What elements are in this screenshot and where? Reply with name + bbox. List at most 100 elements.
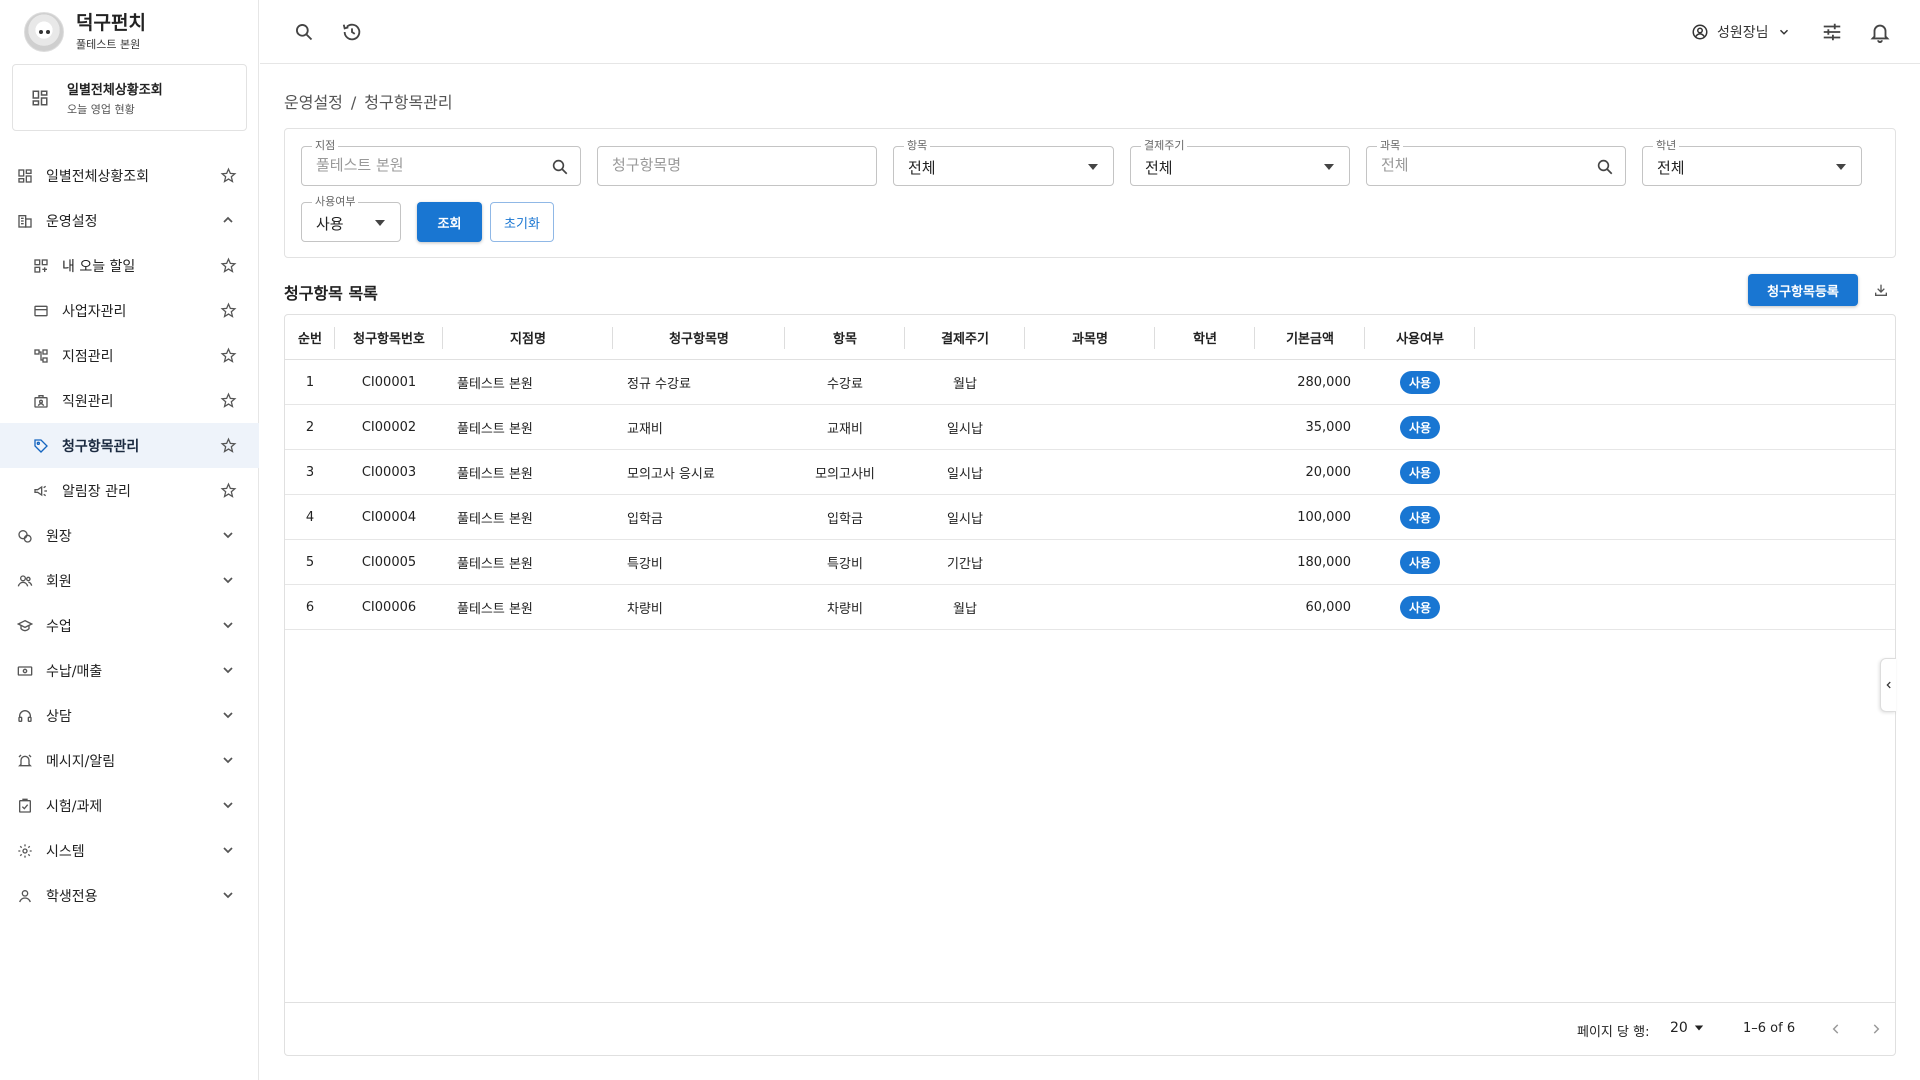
account-circle-icon xyxy=(1691,23,1709,41)
sidebar-item[interactable]: 내 오늘 할일 xyxy=(0,243,259,288)
sidebar-item[interactable]: 운영설정 xyxy=(0,198,259,243)
column-header-item-code[interactable]: 청구항목번호 xyxy=(335,315,443,360)
brand[interactable]: 덕구펀치 풀테스트 본원 xyxy=(24,10,146,54)
column-header-grade[interactable]: 학년 xyxy=(1155,315,1255,360)
cell-value: 풀테스트 본원 xyxy=(457,556,533,572)
sidebar-item[interactable]: 직원관리 xyxy=(0,378,259,423)
table-cell-no: 2 xyxy=(285,405,335,449)
sidebar-item[interactable]: 시험/과제 xyxy=(0,783,259,828)
history-icon[interactable] xyxy=(340,20,364,44)
column-header-item-name[interactable]: 청구항목명 xyxy=(613,315,785,360)
sidebar-item[interactable]: 메시지/알림 xyxy=(0,738,259,783)
dropdown-arrow-icon xyxy=(1694,1023,1704,1033)
column-divider[interactable] xyxy=(1474,327,1475,349)
register-item-button[interactable]: 청구항목등록 xyxy=(1748,274,1858,306)
branch-input[interactable] xyxy=(316,156,539,174)
table-row[interactable]: 1 CI00001 풀테스트 본원 정규 수강료 수강료 월납 280,000 사용 xyxy=(285,360,1895,405)
chevron-down-icon[interactable] xyxy=(219,796,237,814)
sidebar-item[interactable]: 지점관리 xyxy=(0,333,259,378)
column-header-usage[interactable]: 사용여부 xyxy=(1365,315,1475,360)
notification-bell-icon[interactable] xyxy=(1868,20,1892,44)
cell-value: 풀테스트 본원 xyxy=(457,511,533,527)
breadcrumb-parent[interactable]: 운영설정 xyxy=(284,93,343,112)
sidebar-item[interactable]: 원장 xyxy=(0,513,259,558)
cell-value: 일시납 xyxy=(947,421,983,437)
column-header-category[interactable]: 항목 xyxy=(785,315,905,360)
shortcut-title: 일별전체상황조회 xyxy=(67,82,163,98)
table-row[interactable]: 5 CI00005 풀테스트 본원 특강비 특강비 기간납 180,000 사용 xyxy=(285,540,1895,585)
sidebar-item[interactable]: 청구항목관리 xyxy=(0,423,259,468)
dashboard-icon xyxy=(31,89,49,107)
table-cell-no: 5 xyxy=(285,540,335,584)
chevron-down-icon[interactable] xyxy=(219,706,237,724)
column-header-branch[interactable]: 지점명 xyxy=(443,315,613,360)
grade-select[interactable]: 학년 전체 xyxy=(1642,139,1862,186)
table-row[interactable]: 3 CI00003 풀테스트 본원 모의고사 응시료 모의고사비 일시납 20,000 사용 xyxy=(285,450,1895,495)
sidebar-item[interactable]: 회원 xyxy=(0,558,259,603)
sidebar-item[interactable]: 수납/매출 xyxy=(0,648,259,693)
table-cell-item-code: CI00004 xyxy=(335,495,443,539)
chevron-down-icon[interactable] xyxy=(219,841,237,859)
star-icon[interactable] xyxy=(219,481,237,499)
subject-input[interactable] xyxy=(1381,156,1588,174)
column-header-subject[interactable]: 과목명 xyxy=(1025,315,1155,360)
table-cell-subject xyxy=(1025,495,1155,539)
chevron-down-icon[interactable] xyxy=(219,661,237,679)
item-name-input[interactable] xyxy=(612,156,835,174)
reset-button[interactable]: 초기화 xyxy=(490,202,554,242)
star-icon[interactable] xyxy=(219,301,237,319)
chevron-down-icon[interactable] xyxy=(219,526,237,544)
table-row[interactable]: 4 CI00004 풀테스트 본원 입학금 입학금 일시납 100,000 사용 xyxy=(285,495,1895,540)
star-icon[interactable] xyxy=(219,166,237,184)
cell-value: 특강비 xyxy=(627,556,663,572)
branch-icon xyxy=(32,347,50,365)
star-icon[interactable] xyxy=(219,256,237,274)
cell-value: CI00003 xyxy=(361,464,417,480)
dashboard-shortcut-card[interactable]: 일별전체상황조회 오늘 영업 현황 xyxy=(12,64,247,131)
chevron-down-icon[interactable] xyxy=(219,571,237,589)
sidebar-item[interactable]: 학생전용 xyxy=(0,873,259,918)
download-icon[interactable] xyxy=(1871,280,1891,300)
column-header-no[interactable]: 순번 xyxy=(285,315,335,360)
sidebar-item[interactable]: 상담 xyxy=(0,693,259,738)
search-icon[interactable] xyxy=(550,157,570,177)
subject-field[interactable]: 과목 xyxy=(1366,139,1626,186)
user-menu[interactable]: 성원장님 xyxy=(1691,20,1791,44)
table-cell-subject xyxy=(1025,540,1155,584)
item-name-field[interactable] xyxy=(597,146,877,186)
side-panel-toggle[interactable] xyxy=(1880,658,1896,712)
sidebar-item[interactable]: 사업자관리 xyxy=(0,288,259,333)
sidebar-item[interactable]: 시스템 xyxy=(0,828,259,873)
table-row[interactable]: 2 CI00002 풀테스트 본원 교재비 교재비 일시납 35,000 사용 xyxy=(285,405,1895,450)
headset-icon xyxy=(16,707,34,725)
chevron-down-icon[interactable] xyxy=(219,751,237,769)
column-header-cycle[interactable]: 결제주기 xyxy=(905,315,1025,360)
sidebar-item[interactable]: 일별전체상황조회 xyxy=(0,153,259,198)
column-header-amount[interactable]: 기본금액 xyxy=(1255,315,1365,360)
category-select[interactable]: 항목 전체 xyxy=(893,139,1114,186)
branch-field[interactable]: 지점 xyxy=(301,139,581,186)
chevron-down-icon[interactable] xyxy=(219,886,237,904)
search-icon[interactable] xyxy=(292,20,316,44)
search-icon[interactable] xyxy=(1595,157,1615,177)
sidebar-item[interactable]: 알림장 관리 xyxy=(0,468,259,513)
star-icon[interactable] xyxy=(219,391,237,409)
column-header-label: 학년 xyxy=(1193,332,1217,347)
table-row[interactable]: 6 CI00006 풀테스트 본원 차량비 차량비 월납 60,000 사용 xyxy=(285,585,1895,630)
usage-select[interactable]: 사용여부 사용 xyxy=(301,195,401,242)
star-icon[interactable] xyxy=(219,346,237,364)
tune-icon[interactable] xyxy=(1820,20,1844,44)
next-page-icon[interactable] xyxy=(1865,1018,1887,1040)
chevron-up-icon[interactable] xyxy=(219,211,237,229)
search-button[interactable]: 조회 xyxy=(417,202,482,242)
sidebar-item-label: 사업자관리 xyxy=(62,303,127,320)
dropdown-arrow-icon xyxy=(1319,157,1339,177)
star-icon[interactable] xyxy=(219,436,237,454)
rows-per-page-select[interactable]: 20 xyxy=(1670,1020,1704,1036)
usage-select-value: 사용 xyxy=(316,215,344,233)
chevron-down-icon[interactable] xyxy=(219,616,237,634)
cycle-select[interactable]: 결제주기 전체 xyxy=(1130,139,1350,186)
sidebar-item[interactable]: 수업 xyxy=(0,603,259,648)
table-cell-subject xyxy=(1025,405,1155,449)
prev-page-icon[interactable] xyxy=(1825,1018,1847,1040)
